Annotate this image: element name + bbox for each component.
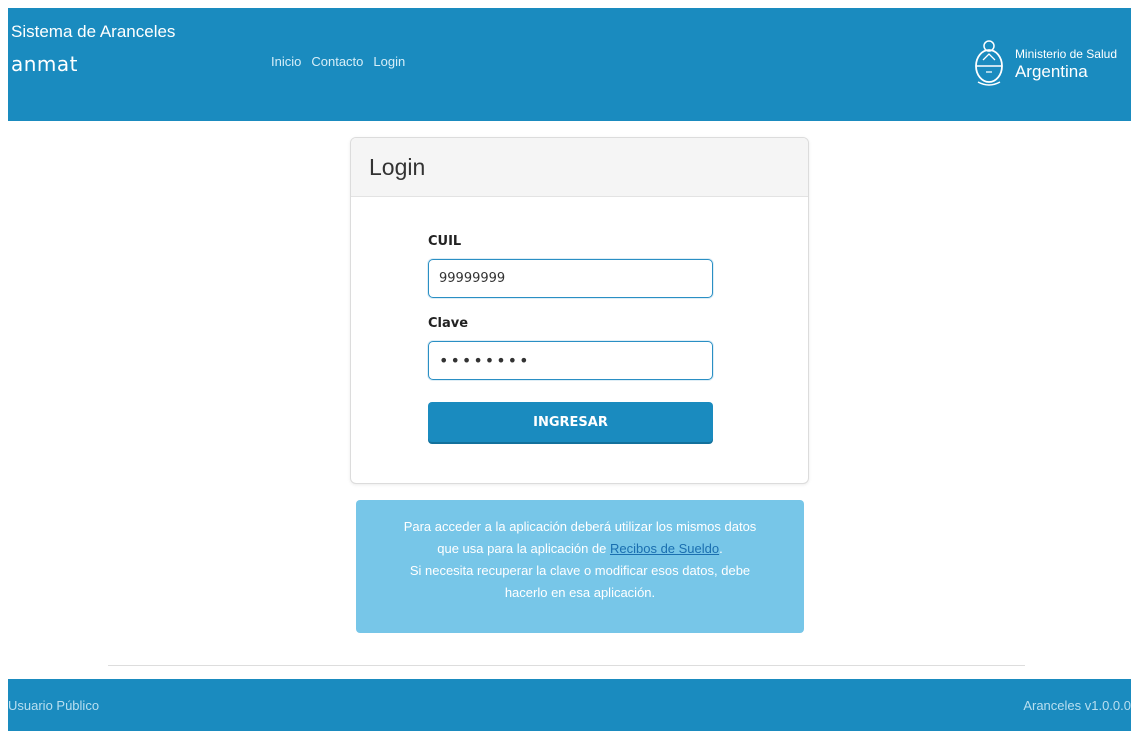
nav-link-login[interactable]: Login: [373, 54, 405, 69]
login-title: Login: [369, 153, 426, 180]
escudo-icon: [975, 40, 1003, 86]
nav-link-contacto[interactable]: Contacto: [311, 54, 363, 69]
anmat-logo[interactable]: anmat: [11, 52, 78, 76]
country-label: Argentina: [1014, 61, 1088, 81]
clave-input[interactable]: [428, 341, 713, 380]
clave-label: Clave: [428, 316, 469, 331]
ministerio-label: Ministerio de Salud: [1014, 46, 1117, 61]
ministerio-brand[interactable]: Ministerio de Salud Argentina: [971, 38, 1117, 90]
login-form: CUIL Clave INGRESAR: [428, 234, 713, 442]
cuil-label: CUIL: [428, 234, 462, 249]
recibos-de-sueldo-link[interactable]: Recibos de Sueldo: [610, 541, 719, 556]
main-nav: Inicio Contacto Login: [271, 54, 405, 69]
app-title: Sistema de Aranceles: [11, 22, 176, 41]
top-header: Sistema de Aranceles anmat Inicio Contac…: [8, 8, 1131, 121]
info-line-4: hacerlo en esa aplicación.: [504, 585, 656, 600]
info-alert: Para acceder a la aplicación deberá util…: [356, 500, 804, 633]
cuil-input[interactable]: [428, 259, 713, 298]
ingresar-button[interactable]: INGRESAR: [428, 402, 713, 442]
info-line-3: Si necesita recuperar la clave o modific…: [409, 563, 751, 578]
footer-bar: Usuario Público Aranceles v1.0.0.0: [8, 679, 1131, 731]
footer-divider: [108, 665, 1025, 666]
info-line-1: Para acceder a la aplicación deberá util…: [403, 519, 757, 534]
nav-link-inicio[interactable]: Inicio: [271, 54, 301, 69]
app-version: Aranceles v1.0.0.0: [1023, 698, 1131, 713]
login-card: Login CUIL Clave INGRESAR: [350, 137, 809, 484]
info-line-2: que usa para la aplicación de Recibos de…: [437, 541, 723, 556]
login-card-header: Login: [351, 138, 808, 197]
user-status: Usuario Público: [8, 698, 100, 713]
